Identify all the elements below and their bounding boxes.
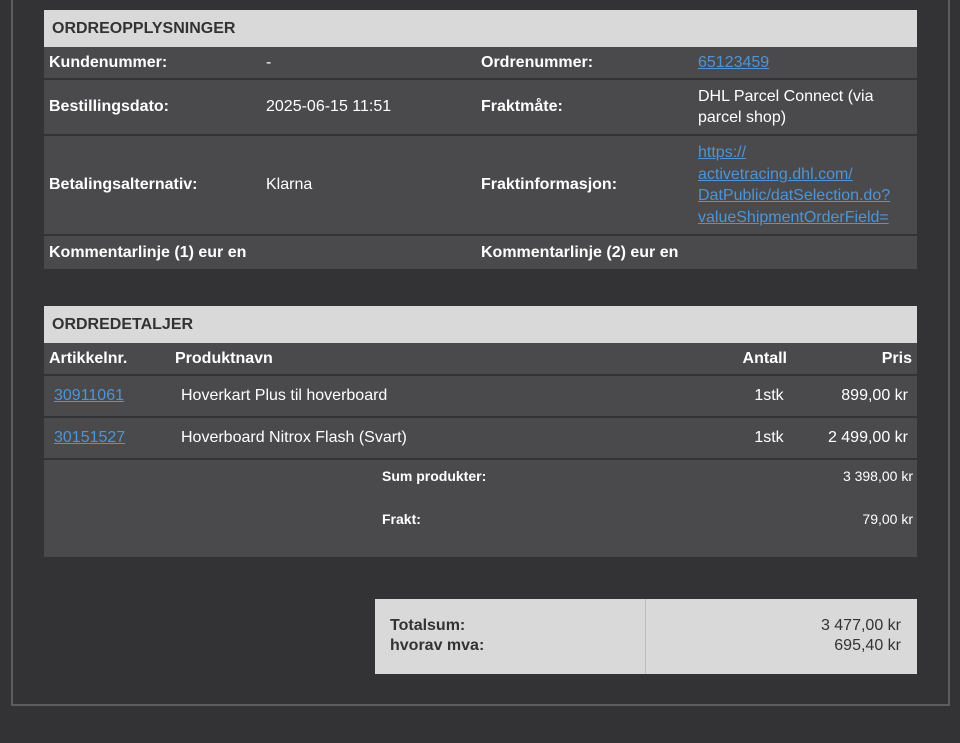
subtotal-block: Sum produkter: 3 398,00 kr Frakt: 79,00 …: [44, 458, 917, 557]
sum-products-label: Sum produkter:: [382, 468, 487, 484]
tracking-link[interactable]: https:// activetracing.dhl.com/ DatPubli…: [698, 142, 912, 228]
info-row-date: Bestillingsdato: 2025-06-15 11:51 Fraktm…: [44, 80, 917, 136]
table-row: 30151527 Hoverboard Nitrox Flash (Svart)…: [44, 416, 917, 458]
shipping-info-label: Fraktinformasjon:: [481, 176, 618, 193]
payment-method-label: Betalingsalternativ:: [49, 176, 198, 193]
product-name: Hoverkart Plus til hoverboard: [181, 387, 388, 404]
order-info-section: ORDREOPPLYSNINGER Kundenummer: - Ordrenu…: [44, 10, 917, 269]
product-price: 2 499,00 kr: [827, 429, 908, 446]
column-qty: Antall: [742, 349, 787, 367]
info-row-comments: Kommentarlinje (1) eur en Kommentarlinje…: [44, 236, 917, 269]
tracking-link-line: activetracing.dhl.com/: [698, 165, 853, 183]
comment-line-1: Kommentarlinje (1) eur en: [49, 243, 247, 261]
product-qty: 1stk: [754, 429, 784, 446]
customer-number-value: -: [266, 53, 272, 71]
tracking-link-line: DatPublic/datSelection.do?: [698, 187, 891, 204]
info-row-payment: Betalingsalternativ: Klarna Fraktinforma…: [44, 136, 917, 236]
article-link[interactable]: 30151527: [54, 429, 125, 446]
sum-products-value: 3 398,00 kr: [842, 468, 913, 484]
shipping-label: Frakt:: [382, 511, 421, 527]
order-number-label: Ordrenummer:: [481, 53, 594, 71]
order-date-value: 2025-06-15 11:51: [266, 98, 392, 115]
column-product: Produktnavn: [175, 349, 273, 367]
tracking-link-line: valueShipmentOrderField=: [698, 208, 889, 226]
customer-number-label: Kundenummer:: [49, 53, 168, 71]
order-details-header: ORDREDETALJER: [44, 306, 917, 343]
shipping-value: 79,00 kr: [862, 511, 913, 527]
payment-method-value: Klarna: [266, 176, 313, 193]
column-price: Pris: [881, 349, 912, 367]
column-article: Artikkelnr.: [49, 349, 128, 367]
page-bottom: [0, 706, 960, 743]
product-qty: 1stk: [754, 387, 784, 404]
total-label: Totalsum:: [390, 617, 466, 634]
table-row: 30911061 Hoverkart Plus til hoverboard 1…: [44, 374, 917, 416]
order-date-label: Bestillingsdato:: [49, 98, 170, 115]
product-price: 899,00 kr: [841, 387, 908, 404]
product-name: Hoverboard Nitrox Flash (Svart): [181, 429, 407, 446]
shipping-method-label: Fraktmåte:: [481, 98, 563, 115]
vat-label: hvorav mva:: [390, 637, 485, 654]
totals-box: Totalsum: hvorav mva: 3 477,00 kr 695,40…: [375, 599, 917, 674]
product-table-header: Artikkelnr. Produktnavn Antall Pris: [44, 343, 917, 374]
shipping-method-value: DHL Parcel Connect (via parcel shop): [698, 88, 874, 126]
order-number-link[interactable]: 65123459: [698, 54, 769, 71]
total-value: 3 477,00 kr: [820, 617, 901, 634]
info-row-customer: Kundenummer: - Ordrenummer: 65123459: [44, 47, 917, 80]
comment-line-2: Kommentarlinje (2) eur en: [481, 243, 679, 261]
vat-value: 695,40 kr: [834, 637, 901, 654]
order-info-header: ORDREOPPLYSNINGER: [44, 10, 917, 47]
article-link[interactable]: 30911061: [54, 387, 124, 404]
tracking-link-line: https://: [698, 144, 747, 161]
order-details-section: ORDREDETALJER Artikkelnr. Produktnavn An…: [44, 306, 917, 557]
